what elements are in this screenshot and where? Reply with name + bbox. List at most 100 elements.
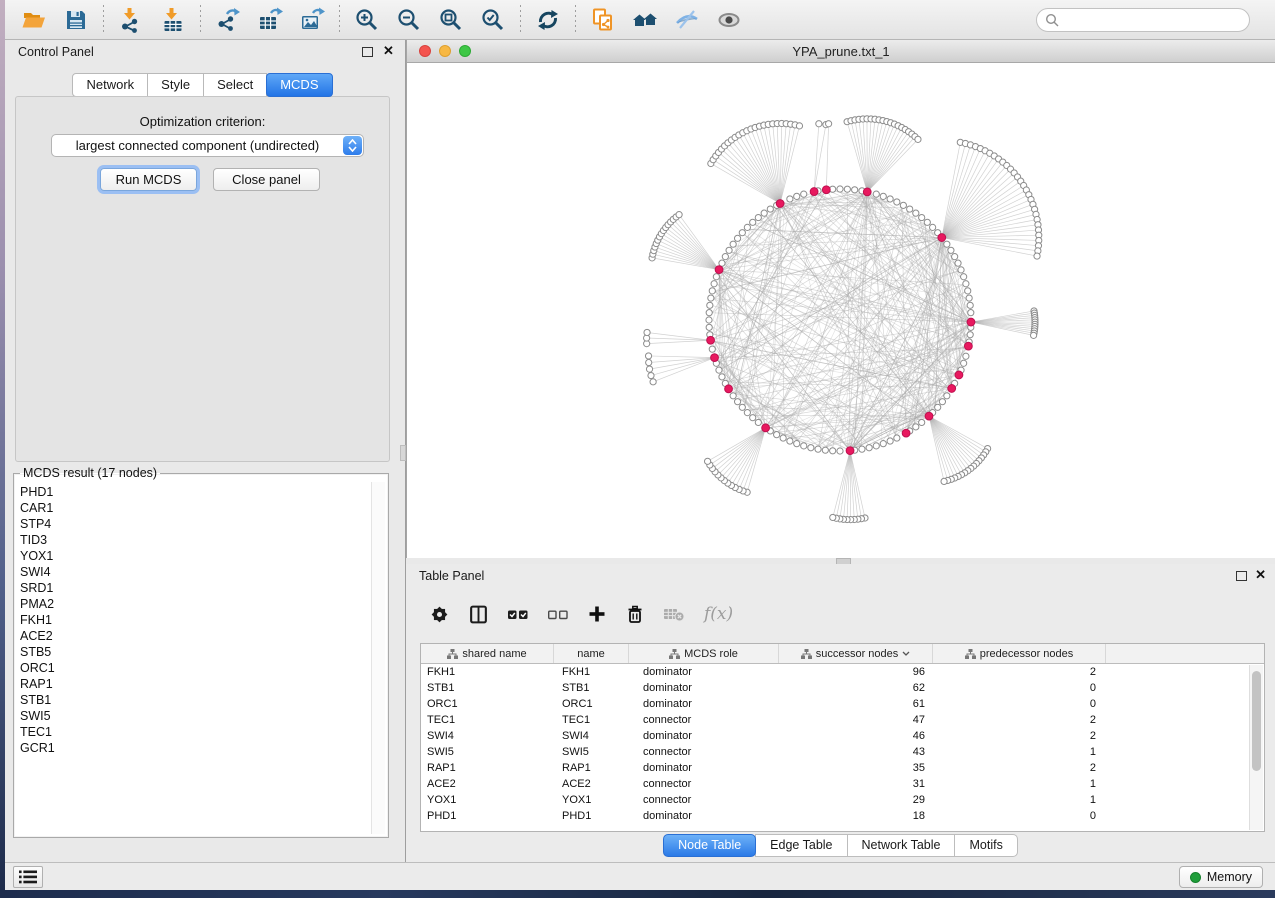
memory-label: Memory xyxy=(1207,870,1252,884)
export-image-button[interactable] xyxy=(299,7,325,33)
table-row-ACE2[interactable]: ACE2ACE2connector311 xyxy=(421,776,1264,792)
mcds-result-item[interactable]: SRD1 xyxy=(20,580,368,596)
cell: 46 xyxy=(779,728,933,744)
mcds-result-item[interactable]: STB1 xyxy=(20,692,368,708)
mcds-result-box: MCDS result (17 nodes) PHD1CAR1STP4TID3Y… xyxy=(13,466,389,838)
cell: dominator xyxy=(629,696,779,712)
scrollbar-thumb[interactable] xyxy=(1252,671,1261,771)
cell: dominator xyxy=(629,728,779,744)
sort-chevron-icon xyxy=(902,651,910,656)
mcds-result-item[interactable]: GCR1 xyxy=(20,740,368,756)
table-body: FKH1FKH1dominator962STB1STB1dominator620… xyxy=(421,664,1264,824)
tab-style[interactable]: Style xyxy=(147,73,204,97)
show-columns-button[interactable] xyxy=(468,603,489,625)
delete-column-button[interactable] xyxy=(625,603,645,625)
cell: 43 xyxy=(779,744,933,760)
cell: SWI5 xyxy=(421,744,554,760)
mcds-result-item[interactable]: STP4 xyxy=(20,516,368,532)
cell: 0 xyxy=(933,696,1106,712)
mcds-result-item[interactable]: RAP1 xyxy=(20,676,368,692)
table-row-TEC1[interactable]: TEC1TEC1connector472 xyxy=(421,712,1264,728)
table-row-RAP1[interactable]: RAP1RAP1dominator352 xyxy=(421,760,1264,776)
cell: PHD1 xyxy=(421,808,554,824)
optimization-criterion-label: Optimization criterion: xyxy=(16,114,389,129)
refresh-layout-button[interactable] xyxy=(535,7,561,33)
export-table-button[interactable] xyxy=(257,7,283,33)
add-column-button[interactable] xyxy=(587,603,607,625)
network-view-window: YPA_prune.txt_1 xyxy=(406,40,1275,558)
run-mcds-button[interactable]: Run MCDS xyxy=(100,168,197,191)
export-network-button[interactable] xyxy=(215,7,241,33)
column-header-successor-nodes[interactable]: successor nodes xyxy=(779,644,933,663)
cell: connector xyxy=(629,744,779,760)
tab-motifs[interactable]: Motifs xyxy=(954,834,1017,857)
zoom-selected-button[interactable] xyxy=(480,7,506,33)
zoom-fit-button[interactable] xyxy=(438,7,464,33)
tab-mcds[interactable]: MCDS xyxy=(266,73,332,97)
mcds-result-item[interactable]: STB5 xyxy=(20,644,368,660)
table-row-YOX1[interactable]: YOX1YOX1connector291 xyxy=(421,792,1264,808)
mcds-result-item[interactable]: TID3 xyxy=(20,532,368,548)
open-file-button[interactable] xyxy=(21,7,47,33)
screen: Control Panel ✕ NetworkStyleSelectMCDS O… xyxy=(0,0,1275,898)
first-neighbors-button[interactable] xyxy=(632,7,658,33)
checked-boxes-icon xyxy=(507,604,529,625)
float-panel-icon[interactable] xyxy=(1236,571,1247,581)
tab-select[interactable]: Select xyxy=(203,73,267,97)
select-all-columns-button[interactable] xyxy=(507,603,529,625)
deselect-all-columns-button[interactable] xyxy=(547,603,569,625)
mcds-result-item[interactable]: FKH1 xyxy=(20,612,368,628)
show-all-button[interactable] xyxy=(716,7,742,33)
criterion-select-value: largest connected component (undirected) xyxy=(52,138,343,153)
column-header-shared-name[interactable]: shared name xyxy=(421,644,554,663)
import-network-button[interactable] xyxy=(118,7,144,33)
open-folder-icon xyxy=(21,7,47,33)
memory-button[interactable]: Memory xyxy=(1179,866,1263,888)
mcds-result-item[interactable]: YOX1 xyxy=(20,548,368,564)
export-network-icon xyxy=(215,7,241,33)
table-options-button[interactable] xyxy=(429,603,450,625)
cell: STB1 xyxy=(421,680,554,696)
search-input[interactable] xyxy=(1064,12,1244,29)
mcds-result-item[interactable]: ACE2 xyxy=(20,628,368,644)
mcds-result-item[interactable]: CAR1 xyxy=(20,500,368,516)
close-panel-button[interactable]: Close panel xyxy=(213,168,320,191)
column-header-predecessor-nodes[interactable]: predecessor nodes xyxy=(933,644,1106,663)
hide-selected-button[interactable] xyxy=(674,7,700,33)
result-list-scrollbar[interactable] xyxy=(371,482,385,834)
close-panel-icon[interactable]: ✕ xyxy=(383,43,394,59)
import-table-button[interactable] xyxy=(160,7,186,33)
cell: 1 xyxy=(933,744,1106,760)
table-row-SWI4[interactable]: SWI4SWI4dominator462 xyxy=(421,728,1264,744)
panel-menu-button[interactable] xyxy=(13,866,43,888)
cell: RAP1 xyxy=(421,760,554,776)
table-row-PHD1[interactable]: PHD1PHD1dominator180 xyxy=(421,808,1264,824)
float-panel-icon[interactable] xyxy=(362,47,373,57)
tab-network-table[interactable]: Network Table xyxy=(847,834,956,857)
table-row-SWI5[interactable]: SWI5SWI5connector431 xyxy=(421,744,1264,760)
mcds-result-item[interactable]: SWI5 xyxy=(20,708,368,724)
table-row-FKH1[interactable]: FKH1FKH1dominator962 xyxy=(421,664,1264,680)
column-header-name[interactable]: name xyxy=(554,644,629,663)
mcds-result-item[interactable]: PMA2 xyxy=(20,596,368,612)
copy-network-button[interactable] xyxy=(590,7,616,33)
zoom-in-button[interactable] xyxy=(354,7,380,33)
mcds-result-item[interactable]: ORC1 xyxy=(20,660,368,676)
column-header-MCDS-role[interactable]: MCDS role xyxy=(629,644,779,663)
save-session-button[interactable] xyxy=(63,7,89,33)
cell: PHD1 xyxy=(554,808,629,824)
tab-network[interactable]: Network xyxy=(72,73,148,97)
cell: YOX1 xyxy=(421,792,554,808)
network-canvas[interactable] xyxy=(407,62,1275,558)
table-row-ORC1[interactable]: ORC1ORC1dominator610 xyxy=(421,696,1264,712)
criterion-select[interactable]: largest connected component (undirected) xyxy=(51,134,364,157)
tab-node-table[interactable]: Node Table xyxy=(663,834,756,857)
mcds-result-item[interactable]: TEC1 xyxy=(20,724,368,740)
tab-edge-table[interactable]: Edge Table xyxy=(755,834,847,857)
table-scrollbar[interactable] xyxy=(1249,665,1263,830)
close-panel-icon[interactable]: ✕ xyxy=(1255,567,1266,583)
mcds-result-item[interactable]: PHD1 xyxy=(20,484,368,500)
table-row-STB1[interactable]: STB1STB1dominator620 xyxy=(421,680,1264,696)
mcds-result-item[interactable]: SWI4 xyxy=(20,564,368,580)
zoom-out-button[interactable] xyxy=(396,7,422,33)
